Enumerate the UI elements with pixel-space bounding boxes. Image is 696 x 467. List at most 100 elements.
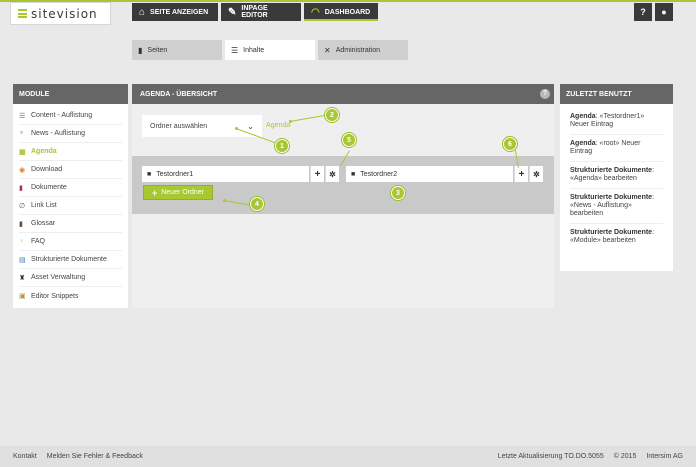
- module-label: Agenda: [31, 148, 57, 155]
- tab-administration[interactable]: ✕ Administration: [318, 40, 408, 60]
- snippet-icon: ▣: [19, 293, 26, 300]
- footer-links: Kontakt Melden Sie Fehler & Feedback: [13, 453, 143, 460]
- structured-icon: ▤: [19, 256, 26, 264]
- add-subfolder-button[interactable]: +: [310, 166, 324, 182]
- recent-item-type: Strukturierte Dokumente: [570, 229, 653, 236]
- folder-testordner1[interactable]: ■ Testordner1: [142, 166, 309, 182]
- tools-icon: ✕: [324, 45, 331, 55]
- module-item-strukturierte-dokumente[interactable]: ▤ Strukturierte Dokumente: [19, 251, 122, 269]
- help-marker-1: 1: [275, 139, 289, 153]
- lines-icon: ☰: [19, 112, 26, 120]
- dashboard-button[interactable]: ◠ DASHBOARD: [304, 3, 378, 21]
- marker-4-dot: [223, 199, 226, 202]
- recent-item[interactable]: Agenda: «root» Neuer Eintrag: [570, 135, 663, 162]
- module-label: Link List: [31, 202, 57, 209]
- folder-testordner2[interactable]: ■ Testordner2: [346, 166, 513, 182]
- gear-icon: ✲: [533, 169, 540, 179]
- module-label: Content - Auflistung: [31, 112, 93, 119]
- help-icon[interactable]: ?: [540, 89, 550, 99]
- download-icon: ◉: [19, 166, 26, 174]
- agenda-overview-header: AGENDA - ÜBERSICHT ?: [132, 84, 554, 104]
- recent-item-type: Strukturierte Dokumente: [570, 194, 653, 201]
- asset-icon: ♜: [19, 274, 26, 282]
- folder-select[interactable]: Ordner auswählen ⌄: [142, 115, 262, 137]
- company: Intersim AG: [646, 453, 683, 460]
- inpage-editor-button[interactable]: ✎ INPAGE EDITOR: [221, 3, 301, 21]
- add-subfolder-button[interactable]: +: [514, 166, 528, 182]
- module-label: Editor Snippets: [31, 292, 79, 300]
- module-item-news-auflistung[interactable]: ♆ News - Auflistung: [19, 125, 122, 143]
- module-label: Dokumente: [31, 184, 67, 191]
- logo-mark-icon: [18, 9, 27, 18]
- module-item-content-auflistung[interactable]: ☰ Content - Auflistung: [19, 107, 122, 125]
- module-label: Download: [31, 166, 63, 173]
- recent-item[interactable]: Strukturierte Dokumente: «News - Auflist…: [570, 189, 663, 224]
- folder-settings-button[interactable]: ✲: [325, 166, 339, 182]
- new-folder-button[interactable]: + Neuer Ordner: [143, 185, 213, 200]
- copyright: © 2015: [613, 453, 637, 460]
- logo-text: sitevision: [31, 6, 98, 21]
- module-item-link-list[interactable]: ∅ Link List: [19, 197, 122, 215]
- module-item-editor-snippets[interactable]: ▣ Editor Snippets: [19, 287, 122, 305]
- bulb-icon: ♀: [19, 238, 25, 245]
- sitevision-logo[interactable]: sitevision: [10, 2, 111, 25]
- help-marker-4: 4: [250, 197, 264, 211]
- help-button[interactable]: ?: [634, 3, 652, 21]
- folder-area: ■ Testordner1 + ✲ ■ Testordner2 + ✲ + Ne…: [132, 156, 554, 214]
- link-icon: ∅: [19, 202, 26, 210]
- tab-inhalte[interactable]: ☰ Inhalte: [225, 40, 315, 60]
- folder-icon: ■: [147, 170, 152, 178]
- user-button[interactable]: ●: [655, 3, 673, 21]
- footer-info: Letzte Aktualisierung TO.DO.5055 © 2015 …: [498, 453, 683, 460]
- antenna-icon: ♆: [19, 130, 25, 137]
- module-item-glossar[interactable]: ▮ Glossar: [19, 215, 122, 233]
- marker-2-dot: [289, 120, 292, 123]
- home-icon: ⌂: [139, 6, 146, 18]
- breadcrumb-agenda[interactable]: Agenda: [266, 122, 290, 129]
- module-label: News - Auflistung: [31, 130, 86, 137]
- module-item-download[interactable]: ◉ Download: [19, 161, 122, 179]
- module-label: Glossar: [31, 220, 56, 227]
- help-marker-6: 6: [503, 137, 517, 151]
- folder-settings-button[interactable]: ✲: [529, 166, 543, 182]
- list-icon: ☰: [231, 45, 239, 55]
- module-item-asset-verwaltung[interactable]: ♜ Asset Verwaltung: [19, 269, 122, 287]
- tab-label: Administration: [335, 46, 381, 54]
- calendar-icon: ▦: [19, 148, 26, 156]
- recent-item-type: Agenda: [570, 113, 596, 120]
- module-item-dokumente[interactable]: ▮ Dokumente: [19, 179, 122, 197]
- folder-name: Testordner2: [360, 170, 398, 178]
- gear-icon: ✲: [329, 169, 336, 179]
- recent-item[interactable]: Strukturierte Dokumente: «Module» bearbe…: [570, 224, 663, 250]
- recently-used-title: ZULETZT BENUTZT: [560, 84, 673, 104]
- plus-icon: +: [518, 168, 525, 180]
- tab-label: Seiten: [147, 46, 168, 54]
- marker-1-dot: [235, 127, 238, 130]
- edit-icon: ✎: [228, 6, 237, 18]
- dashboard-label: DASHBOARD: [324, 8, 371, 16]
- module-item-agenda[interactable]: ▦ Agenda: [19, 143, 122, 161]
- feedback-link[interactable]: Melden Sie Fehler & Feedback: [47, 453, 143, 460]
- recent-item[interactable]: Strukturierte Dokumente: «Agenda» bearbe…: [570, 162, 663, 189]
- show-page-button[interactable]: ⌂ SEITE ANZEIGEN: [132, 3, 218, 21]
- recent-item-type: Agenda: [570, 140, 596, 147]
- plus-icon: +: [151, 187, 158, 198]
- module-panel: MODULE ☰ Content - Auflistung ♆ News - A…: [13, 84, 128, 308]
- agenda-overview-panel: AGENDA - ÜBERSICHT ? Ordner auswählen ⌄ …: [132, 84, 554, 308]
- tab-bar: ▮ Seiten ☰ Inhalte ✕ Administration: [0, 40, 696, 60]
- module-label: FAQ: [31, 238, 46, 245]
- module-item-faq[interactable]: ♀ FAQ: [19, 233, 122, 251]
- gauge-icon: ◠: [311, 6, 320, 18]
- recently-used-panel: ZULETZT BENUTZT Agenda: «Testordner1» Ne…: [560, 84, 673, 271]
- folder-icon: ■: [351, 170, 356, 178]
- help-marker-3: 3: [391, 186, 405, 200]
- tab-seiten[interactable]: ▮ Seiten: [132, 40, 222, 60]
- page-title: AGENDA - ÜBERSICHT: [140, 90, 218, 98]
- recent-item[interactable]: Agenda: «Testordner1» Neuer Eintrag: [570, 108, 663, 135]
- module-label: Asset Verwaltung: [31, 274, 86, 281]
- inpage-editor-label: INPAGE EDITOR: [241, 5, 268, 19]
- question-icon: ?: [640, 7, 646, 17]
- plus-icon: +: [314, 168, 321, 180]
- recent-list: Agenda: «Testordner1» Neuer Eintrag Agen…: [560, 104, 673, 254]
- contact-link[interactable]: Kontakt: [13, 453, 37, 460]
